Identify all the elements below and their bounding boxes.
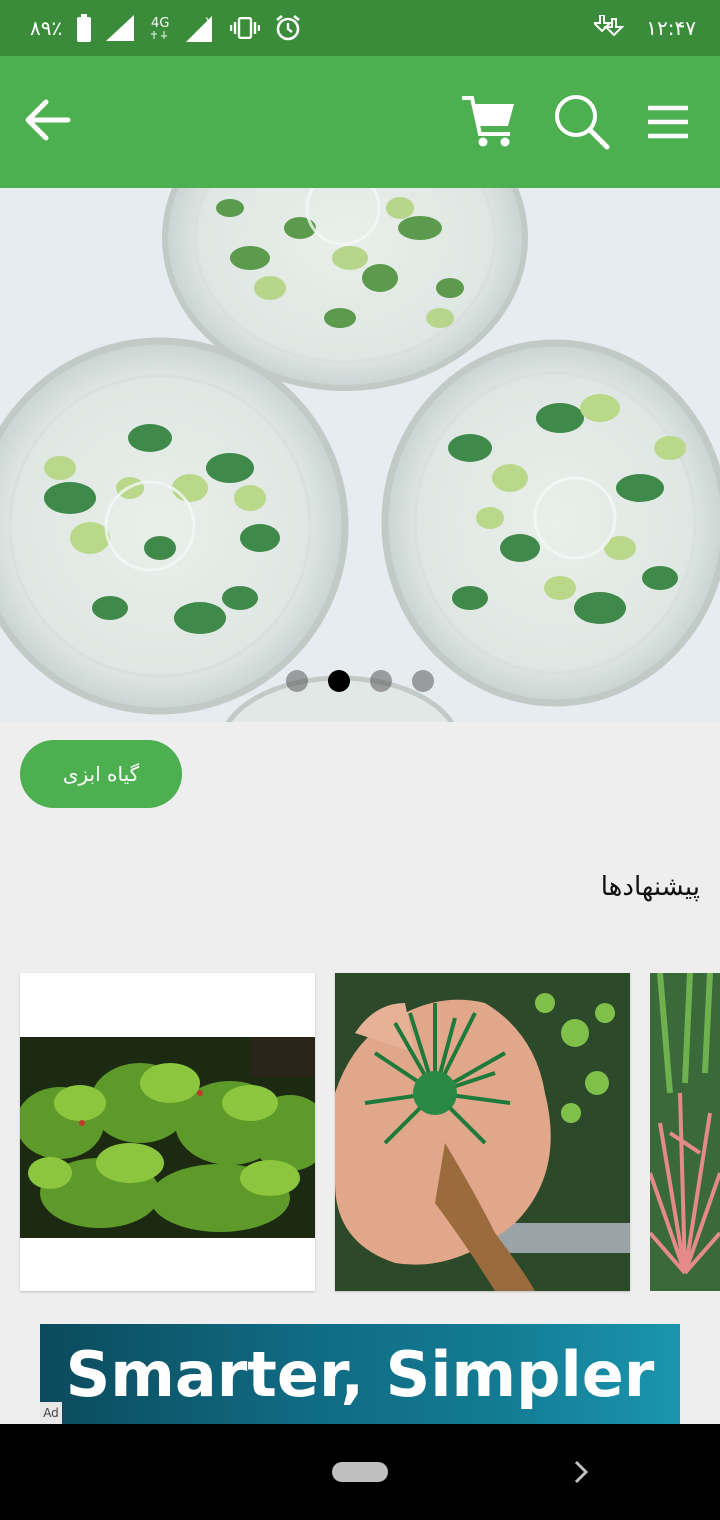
signal-4g-icon: 4G — [148, 17, 172, 39]
suggestions-title: پیشنهادها — [600, 872, 700, 902]
battery-icon — [76, 14, 92, 42]
alarm-icon — [274, 14, 302, 42]
ad-headline: Smarter, Simpler — [65, 1338, 655, 1411]
chevron-right-icon[interactable] — [570, 1458, 592, 1486]
carousel-dot-4[interactable] — [412, 670, 434, 692]
signal-no-service-icon: x — [186, 14, 216, 42]
vibrate-icon — [230, 17, 261, 39]
status-right-group: ۱۲:۴۷ — [594, 0, 696, 56]
battery-percent: ۸۹٪ — [30, 16, 63, 40]
system-nav-bar — [0, 1424, 720, 1520]
product-card-hand-plant[interactable] — [335, 973, 630, 1291]
carousel-dot-1[interactable] — [286, 670, 308, 692]
hero-image[interactable] — [0, 188, 720, 722]
clock: ۱۲:۴۷ — [646, 16, 696, 40]
network-type: 4G — [151, 16, 170, 31]
status-left-group: ۸۹٪ 4G x — [30, 0, 302, 56]
carousel-dot-2[interactable] — [328, 670, 350, 692]
product-card-red-plant[interactable] — [650, 973, 720, 1291]
signal-icon — [106, 15, 135, 41]
app-bar — [0, 56, 720, 188]
category-chip[interactable]: گیاه ابزی — [20, 740, 182, 808]
status-bar: ۸۹٪ 4G x ۱۲:۴۷ — [0, 0, 720, 56]
back-arrow-icon[interactable] — [22, 94, 74, 146]
search-icon[interactable] — [552, 92, 612, 152]
hamburger-menu-icon[interactable] — [640, 96, 696, 148]
download-icon — [594, 15, 625, 41]
carousel-indicator — [0, 670, 720, 692]
product-card-moss[interactable] — [20, 973, 315, 1291]
cart-icon[interactable] — [458, 92, 518, 152]
svg-text:x: x — [205, 14, 213, 29]
home-pill[interactable] — [332, 1462, 388, 1482]
ad-badge: Ad — [40, 1402, 62, 1424]
carousel-dot-3[interactable] — [370, 670, 392, 692]
ad-banner[interactable]: Smarter, Simpler Ad — [40, 1324, 680, 1424]
